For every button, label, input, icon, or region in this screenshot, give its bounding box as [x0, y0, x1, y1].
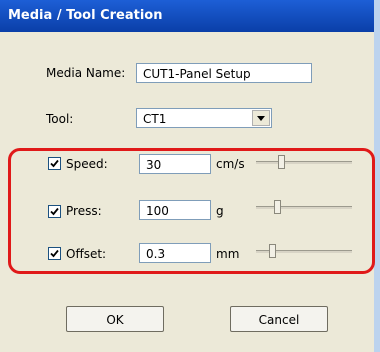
tool-label: Tool:	[46, 112, 74, 126]
title-bar[interactable]: Media / Tool Creation	[0, 0, 380, 32]
highlight-annotation	[8, 148, 375, 274]
window-title: Media / Tool Creation	[8, 8, 163, 23]
tool-selected-value: CT1	[143, 112, 167, 126]
ok-button[interactable]: OK	[66, 306, 164, 332]
chevron-down-icon[interactable]	[252, 110, 270, 126]
tool-select[interactable]: CT1	[136, 108, 272, 128]
media-name-value: CUT1-Panel Setup	[143, 67, 251, 81]
cancel-button-label: Cancel	[258, 313, 300, 327]
media-name-label: Media Name:	[46, 66, 126, 80]
media-name-input[interactable]: CUT1-Panel Setup	[136, 63, 312, 83]
ok-button-label: OK	[106, 313, 124, 327]
cancel-button[interactable]: Cancel	[230, 306, 328, 332]
